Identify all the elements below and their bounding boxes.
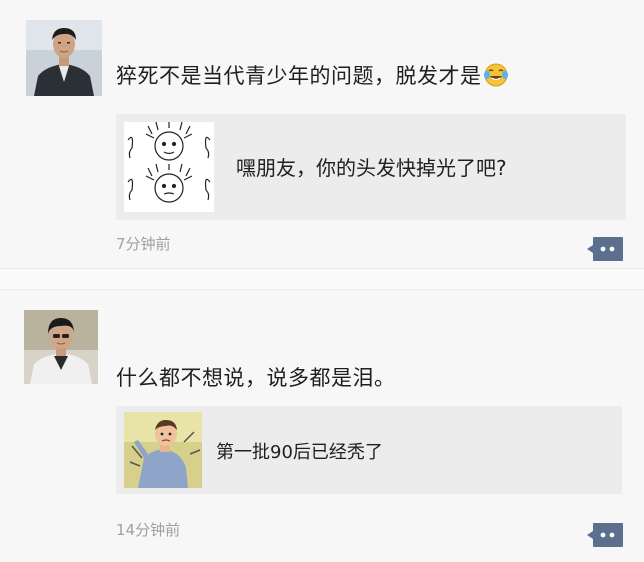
shared-link-card[interactable]: 嘿朋友，你的头发快掉光了吧? (116, 114, 626, 220)
moment-post: 猝死不是当代青少年的问题，脱发才是 嘿朋友，你的头发快掉光了吧? 7分钟前 (0, 0, 644, 270)
crying-laughing-emoji-icon (483, 62, 509, 88)
moment-post: 什么都不想说，说多都是泪。 第一批90后已经秃了 14分钟前 (0, 290, 644, 562)
shared-link-title: 嘿朋友，你的头发快掉光了吧? (236, 156, 507, 180)
avatar[interactable] (26, 20, 102, 96)
avatar[interactable] (24, 310, 98, 384)
post-text: 什么都不想说，说多都是泪。 (116, 366, 396, 390)
post-timestamp: 7分钟前 (116, 235, 171, 253)
shared-link-thumbnail (124, 412, 202, 488)
post-timestamp: 14分钟前 (116, 521, 181, 539)
post-text: 猝死不是当代青少年的问题，脱发才是 (116, 60, 509, 90)
comment-button[interactable] (586, 236, 624, 262)
post-divider (0, 268, 644, 290)
shared-link-title: 第一批90后已经秃了 (216, 442, 383, 463)
comment-button[interactable] (586, 522, 624, 548)
shared-link-thumbnail (124, 122, 214, 212)
comment-dots-icon (587, 523, 623, 547)
shared-link-card[interactable]: 第一批90后已经秃了 (116, 406, 622, 494)
moments-feed: 猝死不是当代青少年的问题，脱发才是 嘿朋友，你的头发快掉光了吧? 7分钟前 什么… (0, 0, 644, 562)
post-text-content: 猝死不是当代青少年的问题，脱发才是 (116, 64, 482, 88)
comment-dots-icon (587, 237, 623, 261)
